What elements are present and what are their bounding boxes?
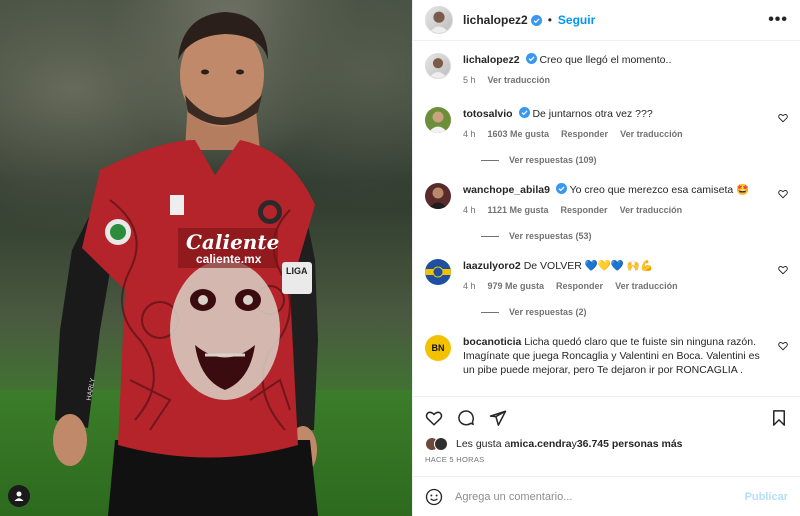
view-replies-label: Ver respuestas (53) [509,231,592,241]
comment-item: BN bocanoticia Licha quedó claro que te … [425,335,788,377]
post-header: lichalopez2 • Seguir ••• [413,0,800,41]
post-photo[interactable]: Caliente caliente.mx LIGA HARLY [0,0,412,516]
view-replies-button[interactable]: Ver respuestas (109) [481,155,788,165]
comment-time[interactable]: 4 h [463,203,476,217]
view-replies-button[interactable]: Ver respuestas (2) [481,307,788,317]
comment-item: laazulyoro2 De VOLVER 💙💛💙 🙌💪 4 h 979 Me … [425,259,788,293]
view-replies-button[interactable]: Ver respuestas (53) [481,231,788,241]
comment-bubble-icon[interactable] [457,409,475,427]
view-replies-label: Ver respuestas (2) [509,307,587,317]
separator-dot: • [547,13,552,27]
publish-button[interactable]: Publicar [745,491,788,503]
instagram-post-modal: Caliente caliente.mx LIGA HARLY lichalop… [0,0,800,516]
likes-summary[interactable]: Les gusta a mica.cendra y 36.745 persona… [425,437,788,451]
comments-list[interactable]: lichalopez2 Creo que llegó el momento.. … [413,41,800,396]
comment-time[interactable]: 4 h [463,127,476,141]
liker-avatars [425,437,448,451]
share-plane-icon[interactable] [489,409,507,427]
verified-badge-icon [555,183,567,194]
reply-button[interactable]: Responder [556,279,603,293]
translate-link[interactable]: Ver traducción [620,127,683,141]
jersey-sponsor-url: caliente.mx [196,252,262,266]
post-side-panel: lichalopez2 • Seguir ••• lichalopez2 Cre… [412,0,800,516]
post-timestamp[interactable]: HACE 5 HORAS [425,455,788,464]
post-actions: Les gusta a mica.cendra y 36.745 persona… [413,396,800,464]
comment-username[interactable]: bocanoticia [463,336,521,348]
translate-link[interactable]: Ver traducción [620,203,683,217]
action-icons-row [425,405,788,431]
caption-translate-link[interactable]: Ver traducción [488,73,551,87]
save-bookmark-icon[interactable] [770,409,788,427]
like-comment-heart-icon[interactable] [778,189,788,199]
commenter-avatar[interactable] [425,107,451,133]
liker-avatar [434,437,448,451]
author-avatar-small[interactable] [425,53,451,79]
comment-time[interactable]: 4 h [463,279,476,293]
comment-username[interactable]: laazulyoro2 [463,260,521,272]
translate-link[interactable]: Ver traducción [615,279,678,293]
add-comment-bar: Publicar [413,476,800,516]
comment-likes[interactable]: 1603 Me gusta [488,127,550,141]
comment-likes[interactable]: 979 Me gusta [488,279,545,293]
reply-button[interactable]: Responder [561,127,608,141]
likes-count[interactable]: 36.745 personas más [577,438,683,450]
comment-text: De VOLVER 💙💛💙 🙌💪 [523,260,654,272]
more-options-icon[interactable]: ••• [768,11,788,29]
emoji-icon[interactable] [425,488,443,506]
comment-text: De juntarnos otra vez ??? [532,108,653,120]
replies-line [481,159,499,161]
verified-badge-icon [530,14,542,26]
reply-button[interactable]: Responder [561,203,608,217]
comment-username[interactable]: totosalvio [463,108,513,120]
jersey-liga-text: LIGA [286,266,308,276]
jersey-sponsor-text: Caliente [186,230,280,254]
caption-row: lichalopez2 Creo que llegó el momento.. … [425,53,788,87]
like-comment-heart-icon[interactable] [778,113,788,123]
commenter-avatar[interactable] [425,183,451,209]
like-comment-heart-icon[interactable] [778,265,788,275]
tagged-user-icon[interactable] [8,485,30,507]
follow-button[interactable]: Seguir [558,13,595,27]
verified-badge-icon [518,107,530,118]
commenter-avatar[interactable] [425,259,451,285]
comment-text: Yo creo que merezco esa camiseta 🤩 [569,184,750,196]
replies-line [481,235,499,237]
commenter-avatar-initials: BN [431,343,445,353]
comment-item: totosalvio De juntarnos otra vez ??? 4 h… [425,107,788,141]
replies-line [481,311,499,313]
caption-username[interactable]: lichalopez2 [463,54,520,66]
comment-input[interactable] [455,490,745,503]
liker-username[interactable]: mica.cendra [510,438,571,450]
commenter-avatar[interactable]: BN [425,335,451,361]
verified-badge-icon [525,53,537,64]
like-heart-icon[interactable] [425,409,443,427]
view-replies-label: Ver respuestas (109) [509,155,597,165]
comment-likes[interactable]: 1121 Me gusta [488,203,549,217]
comment-item: wanchope_abila9 Yo creo que merezco esa … [425,183,788,217]
likes-prefix: Les gusta a [456,438,511,450]
caption-text: Creo que llegó el momento.. [539,54,672,66]
caption-time[interactable]: 5 h [463,73,476,87]
like-comment-heart-icon[interactable] [778,341,788,351]
comment-username[interactable]: wanchope_abila9 [463,184,550,196]
author-avatar[interactable] [425,6,453,34]
author-username[interactable]: lichalopez2 [463,13,528,27]
